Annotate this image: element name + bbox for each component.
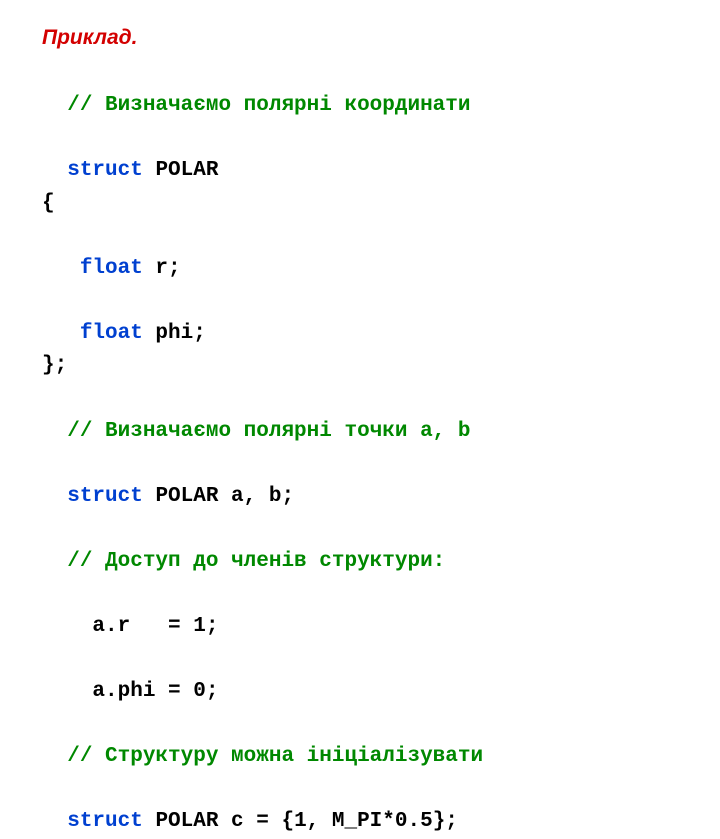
- keyword-float: float: [80, 257, 143, 280]
- example-heading: Приклад.: [42, 22, 720, 55]
- assign-phi-text: a.phi = 0;: [67, 676, 218, 709]
- code-line-comment-3: // Доступ до членів структури:: [42, 513, 720, 578]
- field-name-r: r;: [143, 257, 181, 280]
- code-line-comment-2: // Визначаємо полярні точки a, b: [42, 383, 720, 448]
- code-line-decl-c: struct POLAR c = {1, M_PI*0.5};: [42, 774, 720, 839]
- decl-ab-text: POLAR a, b;: [143, 485, 294, 508]
- code-line-field-phi: float phi;: [42, 285, 720, 350]
- code-line-comment-1: // Визначаємо полярні координати: [42, 58, 720, 123]
- comment-text: // Визначаємо полярні координати: [67, 94, 470, 117]
- code-line-brace-open: {: [42, 188, 720, 221]
- code-line-assign-phi: a.phi = 0;: [42, 643, 720, 708]
- keyword-struct: struct: [67, 159, 143, 182]
- code-line-struct-decl: struct POLAR: [42, 123, 720, 188]
- keyword-float: float: [80, 322, 143, 345]
- struct-name: POLAR: [143, 159, 219, 182]
- comment-text: // Структуру можна ініціалізувати: [67, 745, 483, 768]
- code-line-decl-ab: struct POLAR a, b;: [42, 448, 720, 513]
- code-line-assign-r: a.r = 1;: [42, 578, 720, 643]
- keyword-struct: struct: [67, 485, 143, 508]
- code-line-comment-4: // Структуру можна ініціалізувати: [42, 708, 720, 773]
- field-name-phi: phi;: [143, 322, 206, 345]
- keyword-struct: struct: [67, 810, 143, 833]
- code-line-field-r: float r;: [42, 220, 720, 285]
- decl-c-text: POLAR c = {1, M_PI*0.5};: [143, 810, 458, 833]
- comment-text: // Визначаємо полярні точки a, b: [67, 420, 470, 443]
- assign-r-text: a.r = 1;: [67, 611, 218, 644]
- comment-text: // Доступ до членів структури:: [67, 550, 445, 573]
- code-line-brace-close: };: [42, 350, 720, 383]
